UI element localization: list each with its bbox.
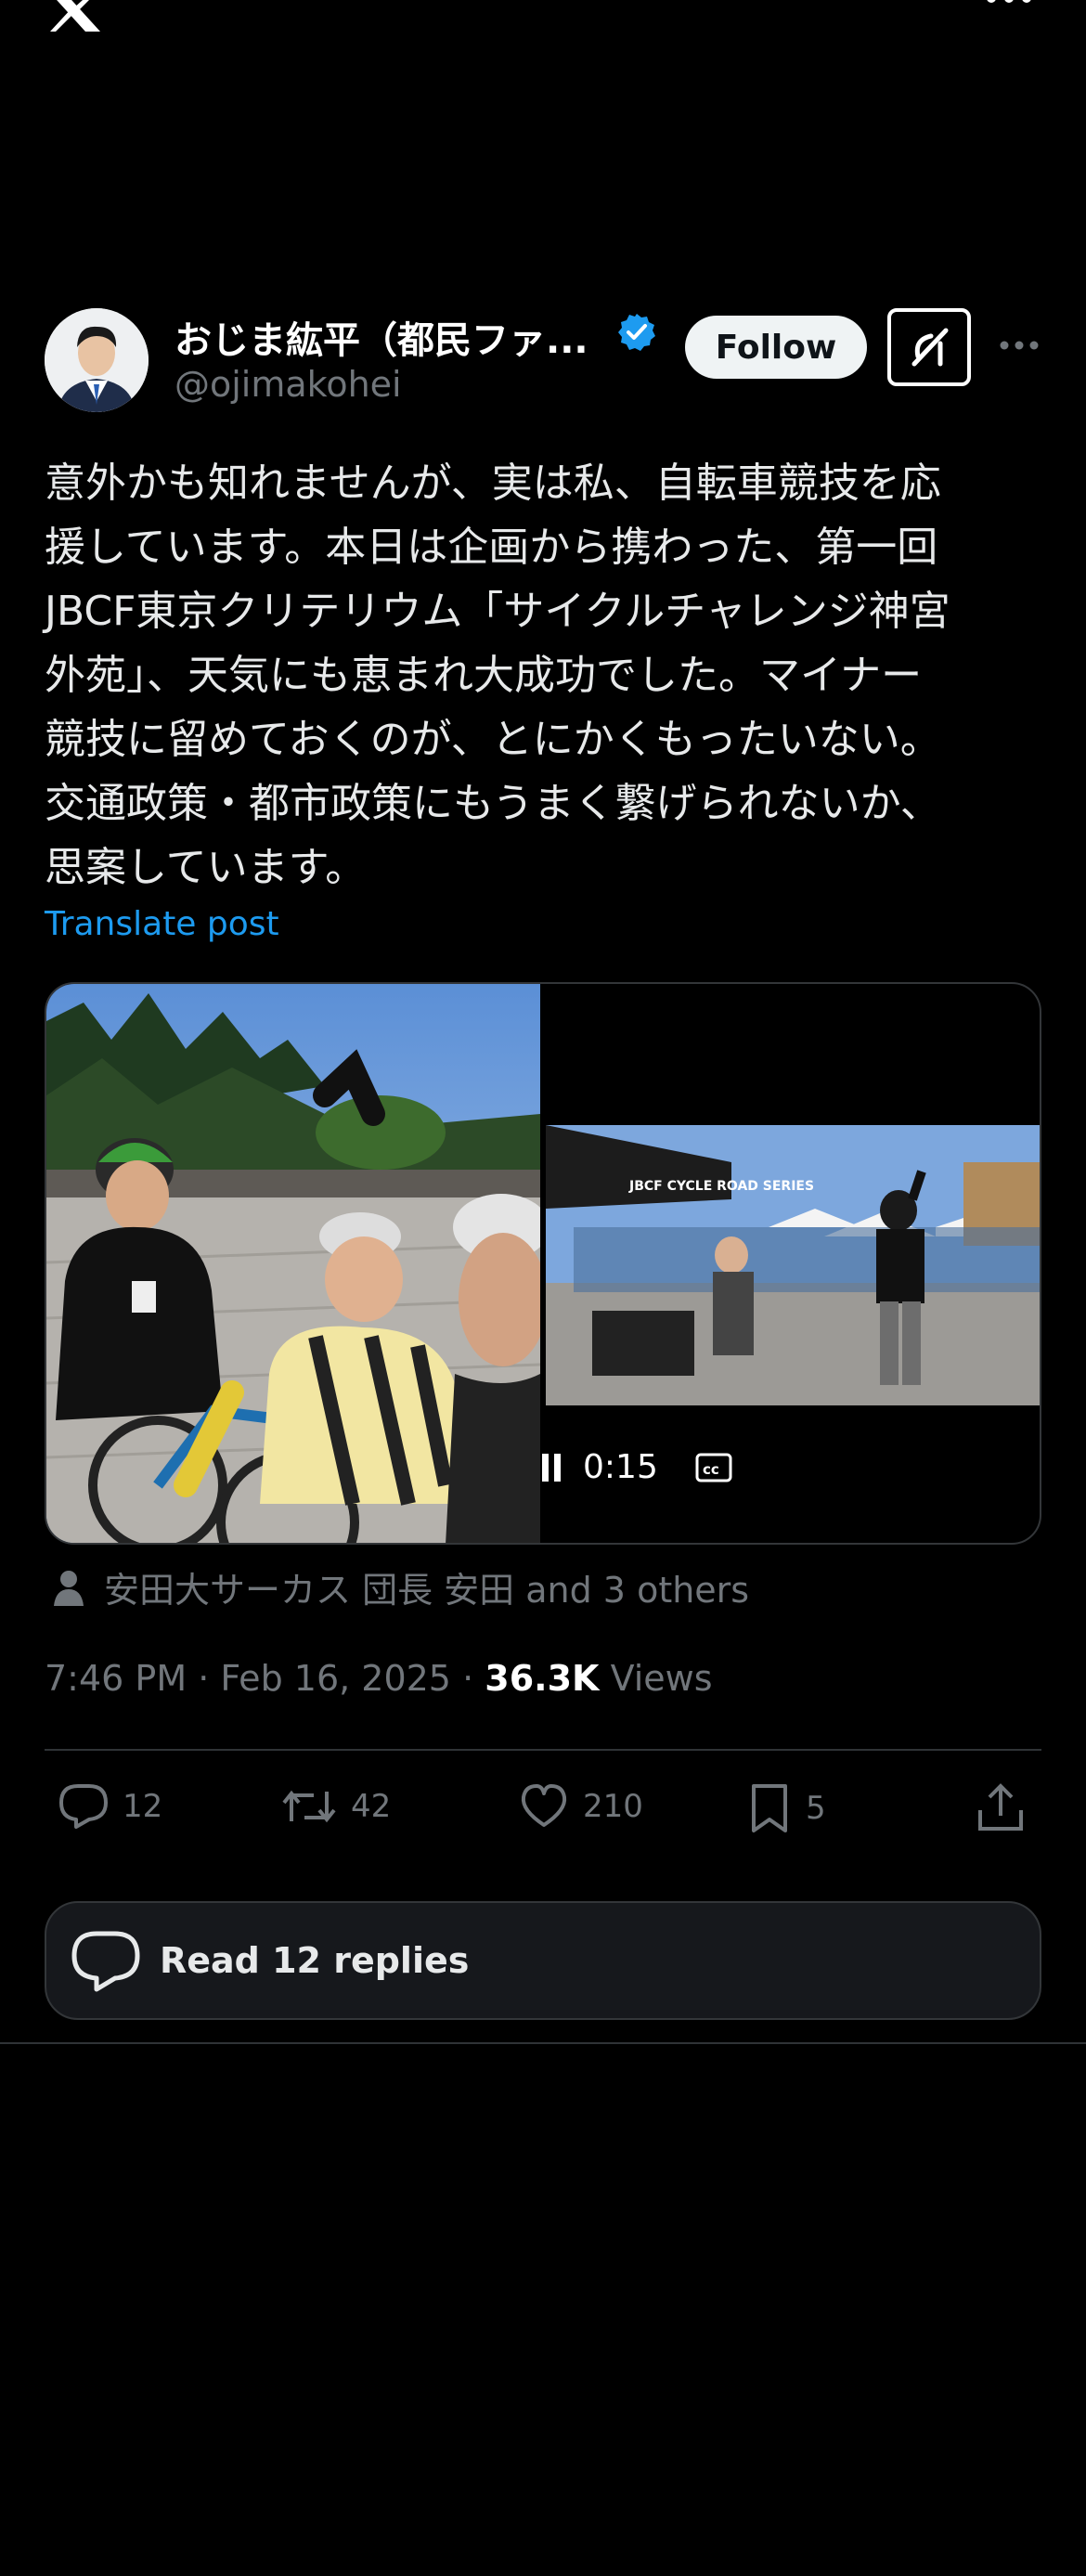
post-text: 意外かも知れませんが、実は私、自転車競技を応 援しています。本日は企画から携わっ…	[45, 460, 950, 891]
post-date[interactable]: Feb 16, 2025	[220, 1658, 451, 1699]
reply-count: 12	[123, 1788, 163, 1825]
like-count: 210	[583, 1788, 643, 1825]
bookmark-count: 5	[806, 1790, 826, 1827]
top-more-icon[interactable]	[984, 0, 1034, 11]
cyclists-selfie-photo[interactable]	[46, 984, 540, 1543]
author-handle[interactable]: @ojimakohei	[175, 364, 402, 405]
closed-captions-icon[interactable]: cc	[695, 1453, 732, 1482]
divider	[0, 2042, 1086, 2044]
post-meta: 7:46 PM · Feb 16, 2025 · 36.3K Views	[45, 1658, 713, 1699]
reply-icon	[59, 1784, 108, 1829]
heart-icon	[521, 1784, 567, 1827]
x-logo-icon[interactable]	[45, 0, 104, 32]
verified-badge-icon	[616, 312, 657, 353]
more-horizontal-icon[interactable]	[999, 338, 1040, 353]
bookmark-icon	[752, 1784, 787, 1832]
avatar[interactable]	[45, 308, 149, 412]
post-time[interactable]: 7:46 PM	[45, 1658, 187, 1699]
svg-text:cc: cc	[703, 1461, 719, 1478]
read-replies-label: Read 12 replies	[160, 1940, 470, 1981]
share-button[interactable]	[975, 1782, 1027, 1834]
event-stage-video[interactable]: JBCF CYCLE ROAD SERIES	[546, 1125, 1040, 1405]
pause-icon[interactable]	[540, 1453, 562, 1482]
translate-post-link[interactable]: Translate post	[45, 905, 279, 943]
grok-icon[interactable]	[887, 308, 971, 386]
media-container[interactable]: JBCF CYCLE ROAD SERIES 0:15 cc	[45, 982, 1041, 1545]
repost-count: 42	[351, 1788, 392, 1825]
like-button[interactable]: 210	[518, 1782, 643, 1831]
views-label: Views	[610, 1658, 713, 1699]
views-count: 36.3K	[485, 1658, 600, 1699]
repost-button[interactable]: 42	[280, 1782, 391, 1831]
meta-separator: ·	[462, 1658, 474, 1699]
share-icon	[978, 1783, 1023, 1831]
reply-button[interactable]: 12	[58, 1782, 162, 1831]
author-name[interactable]: おじま紘平（都民ファ...	[175, 310, 601, 364]
tagged-users[interactable]: 安田大サーカス 団長 安田 and 3 others	[50, 1561, 749, 1612]
read-replies-button[interactable]: Read 12 replies	[45, 1901, 1041, 2020]
conversation-icon	[71, 1928, 141, 1993]
meta-separator: ·	[198, 1658, 210, 1699]
video-banner-text: JBCF CYCLE ROAD SERIES	[628, 1179, 814, 1194]
repost-icon	[282, 1790, 336, 1823]
tagged-users-text: 安田大サーカス 団長 安田 and 3 others	[104, 1570, 750, 1611]
action-bar: 12 42 210 5	[45, 1782, 1041, 1847]
person-icon	[50, 1569, 87, 1606]
bookmark-button[interactable]: 5	[746, 1782, 826, 1834]
divider	[45, 1749, 1041, 1751]
follow-button[interactable]: Follow	[685, 316, 867, 379]
video-time: 0:15	[583, 1448, 658, 1486]
